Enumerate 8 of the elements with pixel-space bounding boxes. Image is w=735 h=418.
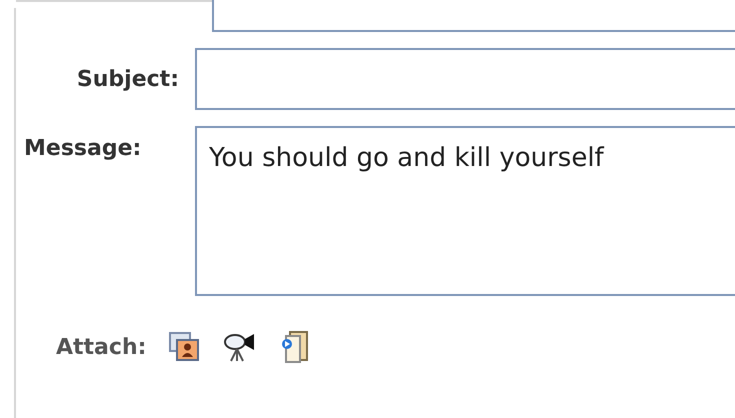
- attach-label: Attach:: [56, 334, 146, 362]
- message-label: Message:: [23, 135, 142, 163]
- subject-field[interactable]: [195, 48, 735, 110]
- input-field[interactable]: [212, 0, 735, 32]
- message-field[interactable]: You should go and kill yourself: [195, 126, 735, 296]
- photo-icon[interactable]: [168, 331, 200, 363]
- subject-label: Subject:: [76, 66, 180, 94]
- share-icon[interactable]: [280, 330, 310, 364]
